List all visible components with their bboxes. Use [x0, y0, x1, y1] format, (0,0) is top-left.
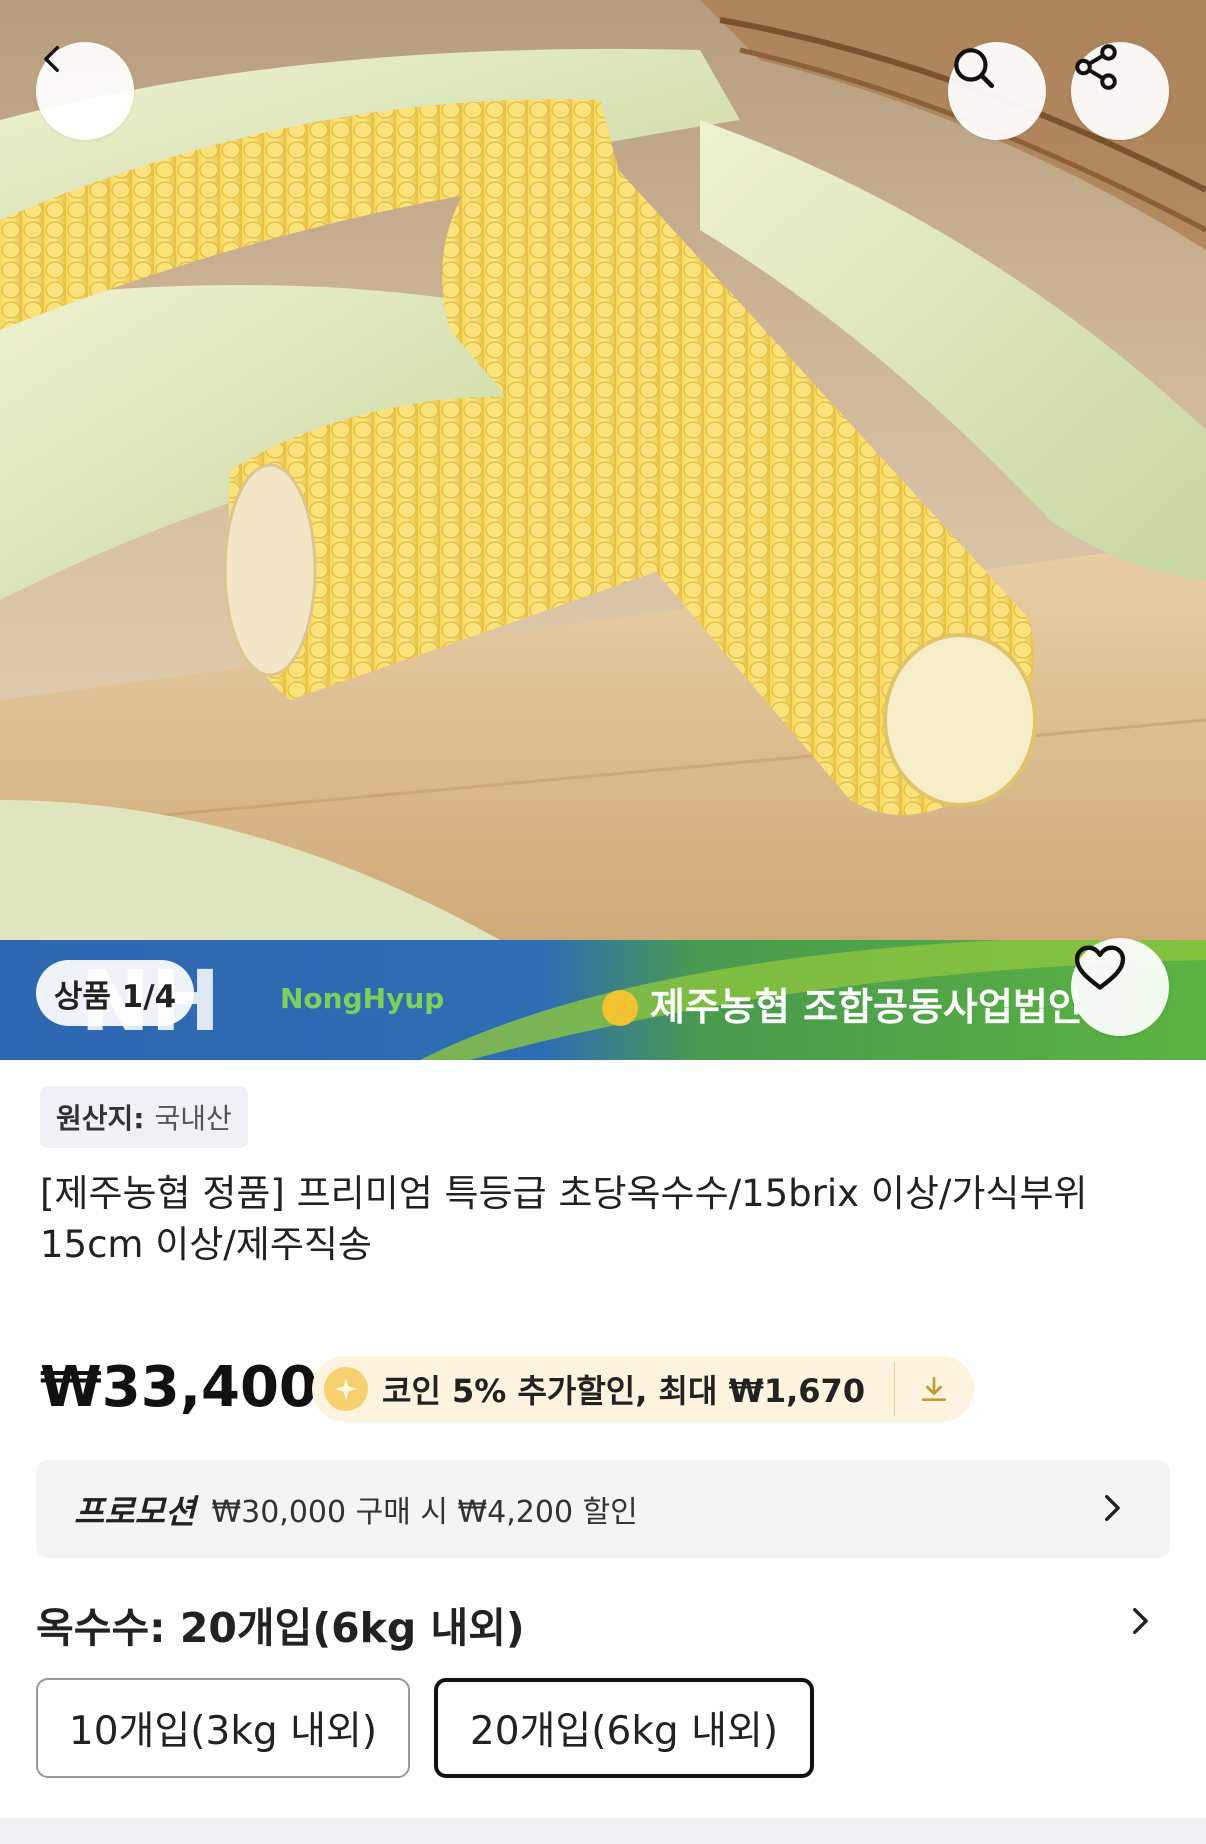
- share-icon: [1075, 44, 1117, 90]
- option-10-pack[interactable]: 10개입(3kg 내외): [36, 1678, 410, 1778]
- coin-discount-text: 코인 5% 추가할인, 최대 ₩1,670: [382, 1372, 866, 1410]
- product-price: ₩33,400: [40, 1355, 318, 1420]
- back-button[interactable]: [36, 42, 134, 140]
- download-icon: [922, 1377, 946, 1401]
- promotion-tag: 프로모션: [74, 1492, 196, 1531]
- section-divider: [0, 1818, 1206, 1844]
- option-20-pack-selected[interactable]: 20개입(6kg 내외): [434, 1678, 814, 1778]
- option-chevron-right-icon[interactable]: [1122, 1604, 1156, 1638]
- product-image-gallery[interactable]: NH NongHyup 제주농협 조합공동사업법인 상품 1/4: [0, 0, 1206, 1060]
- promotion-banner[interactable]: 프로모션 ₩30,000 구매 시 ₩4,200 할인: [36, 1460, 1170, 1558]
- banner-nonghyup-text: NongHyup: [280, 982, 444, 1015]
- origin-badge: 원산지: 국내산: [40, 1086, 248, 1148]
- chevron-right-icon: [1105, 1494, 1120, 1522]
- heart-icon: [1074, 945, 1126, 990]
- banner-org-logo: [602, 990, 638, 1026]
- option-selected-title[interactable]: 옥수수: 20개입(6kg 내외): [36, 1594, 525, 1654]
- wishlist-button[interactable]: [1071, 938, 1169, 1036]
- coin-discount-badge[interactable]: 코인 5% 추가할인, 최대 ₩1,670: [312, 1356, 974, 1422]
- product-photo-corn: NH NongHyup 제주농협 조합공동사업법인: [0, 0, 1206, 1060]
- origin-label: 원산지:: [56, 1102, 145, 1135]
- share-button[interactable]: [1071, 42, 1169, 140]
- coupon-download-button[interactable]: [910, 1365, 958, 1413]
- search-icon: [954, 48, 995, 89]
- image-counter: 상품 1/4: [36, 960, 194, 1026]
- search-button[interactable]: [948, 42, 1046, 140]
- banner-org-text: 제주농협 조합공동사업법인: [650, 985, 1083, 1029]
- coin-divider: [894, 1362, 895, 1416]
- chevron-left-icon: [44, 45, 59, 73]
- origin-value: 국내산: [154, 1102, 232, 1135]
- promotion-text: ₩30,000 구매 시 ₩4,200 할인: [211, 1495, 638, 1530]
- coin-icon: [324, 1367, 368, 1411]
- product-title: [제주농협 정품] 프리미엄 특등급 초당옥수수/15brix 이상/가식부위 …: [40, 1172, 1088, 1266]
